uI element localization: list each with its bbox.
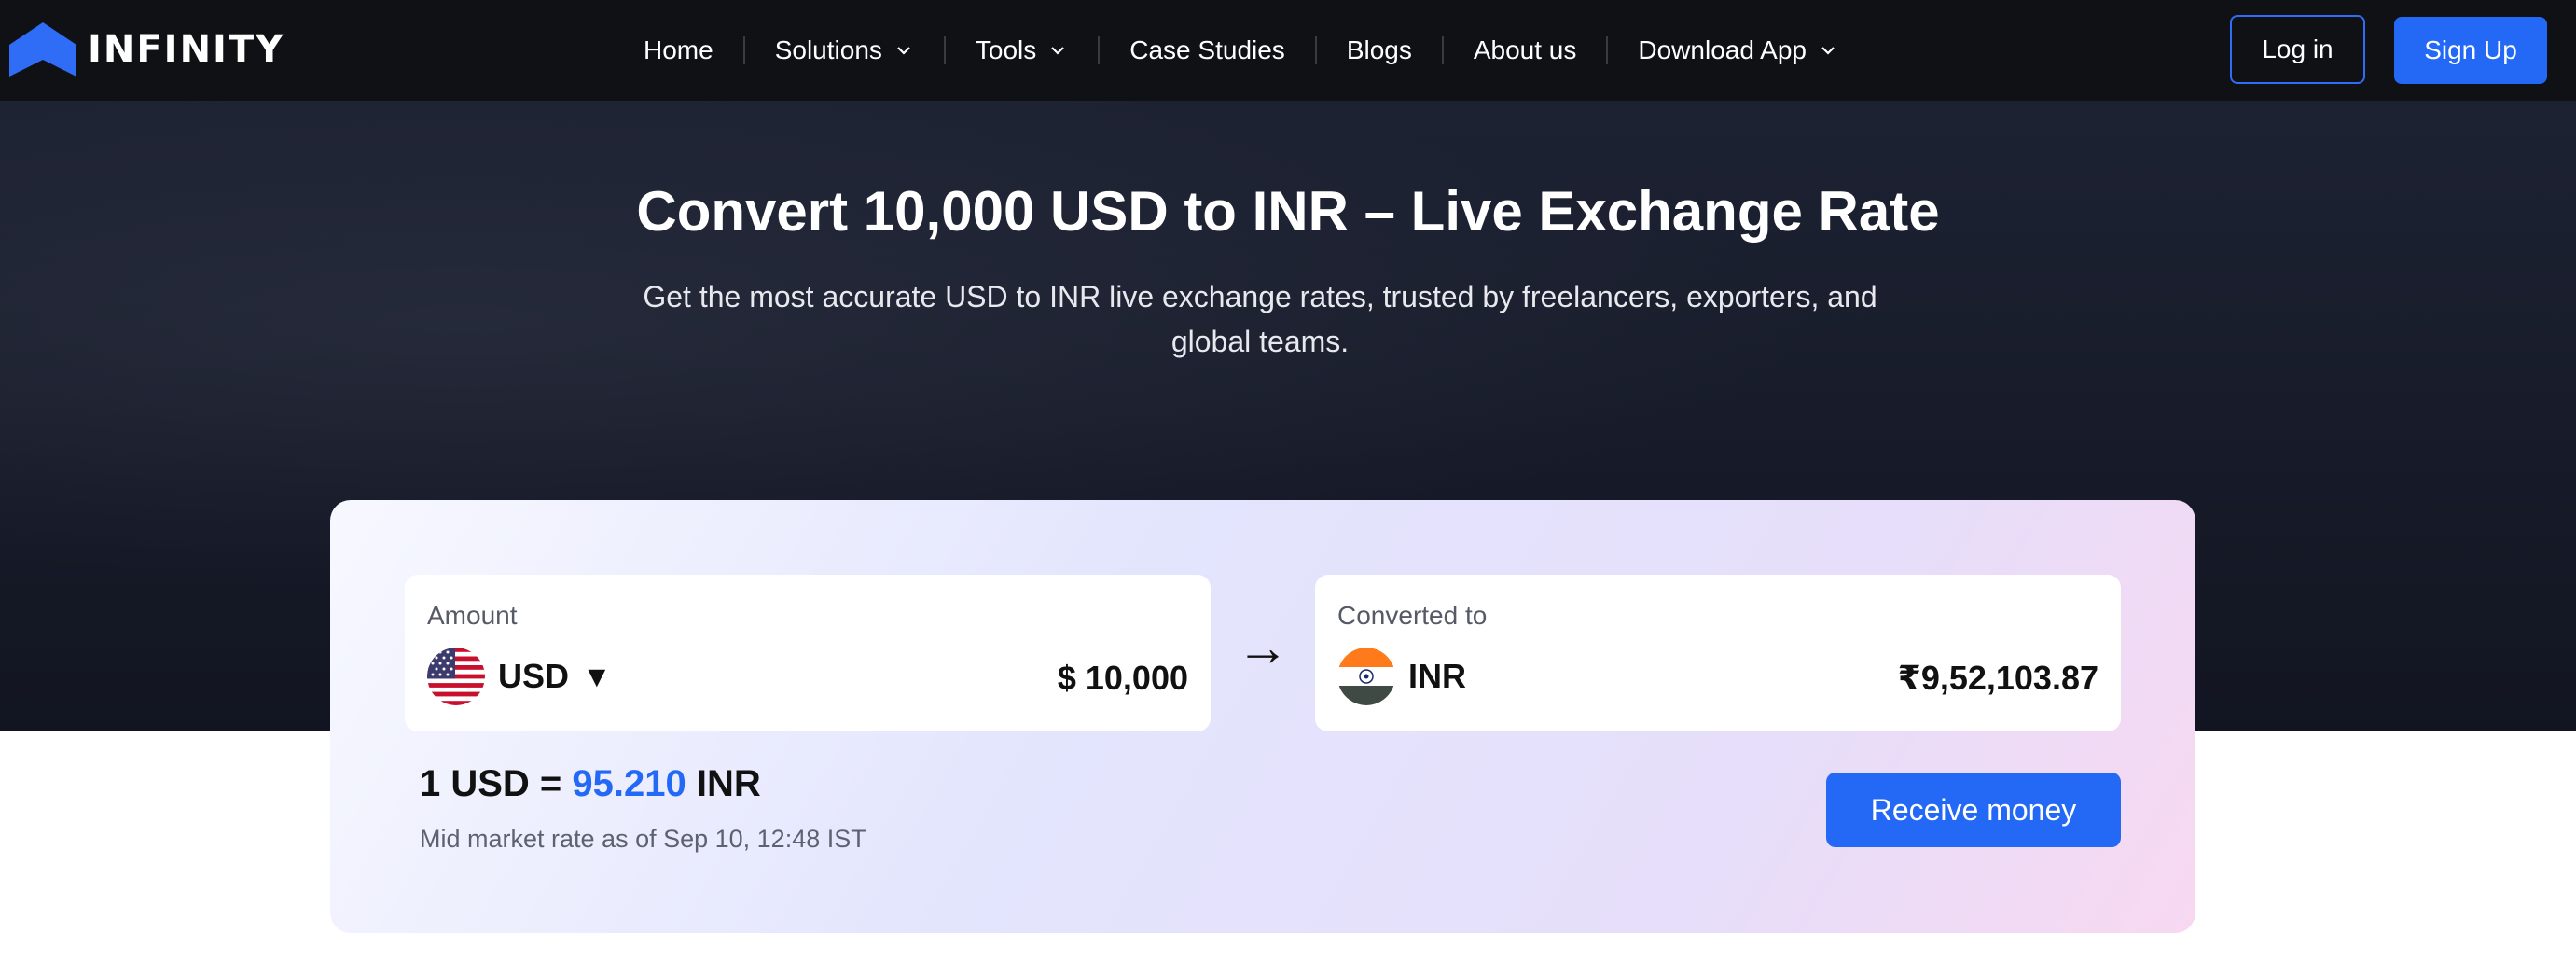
nav-solutions[interactable]: Solutions xyxy=(775,35,914,65)
nav-blogs[interactable]: Blogs xyxy=(1347,35,1412,65)
nav-about-us-label: About us xyxy=(1473,35,1577,64)
rate-suffix: INR xyxy=(696,763,761,804)
rate-value: 95.210 xyxy=(572,763,686,804)
from-currency-select[interactable]: USD ▼ xyxy=(427,648,612,705)
subtitle-line-2: global teams. xyxy=(1170,325,1350,358)
india-flag-icon xyxy=(1337,648,1395,705)
converted-field: Converted to INR ₹9,52,103.87 xyxy=(1315,575,2121,731)
rate-prefix: 1 USD = xyxy=(420,763,562,804)
page-title: Convert 10,000 USD to INR – Live Exchang… xyxy=(636,180,1940,243)
nav-home-label: Home xyxy=(644,35,713,64)
nav-divider xyxy=(1098,36,1101,64)
exchange-rate: 1 USD = 95.210 INR xyxy=(420,763,761,805)
brand-logo[interactable]: INFINITY xyxy=(9,22,284,77)
nav-divider xyxy=(1441,36,1444,64)
rate-timestamp: Mid market rate as of Sep 10, 12:48 IST xyxy=(420,825,866,853)
converted-amount: ₹9,52,103.87 xyxy=(1897,659,2098,697)
nav-case-studies-label: Case Studies xyxy=(1129,35,1285,64)
chevron-down-icon xyxy=(1821,47,1835,55)
signup-button[interactable]: Sign Up xyxy=(2394,17,2547,84)
page-subtitle: Get the most accurate USD to INR live ex… xyxy=(634,274,1886,364)
from-currency-code: USD xyxy=(498,657,570,695)
amount-field[interactable]: Amount USD ▼ $ 10,000 xyxy=(405,575,1211,731)
nav-home[interactable]: Home xyxy=(644,35,713,65)
converted-label: Converted to xyxy=(1337,601,1488,630)
nav-tools-label: Tools xyxy=(975,35,1037,64)
nav-download-app[interactable]: Download App xyxy=(1638,35,1838,65)
nav-divider xyxy=(1606,36,1609,64)
chevron-down-icon xyxy=(897,47,910,55)
nav-tools[interactable]: Tools xyxy=(976,35,1068,65)
to-currency-code: INR xyxy=(1408,657,1466,695)
nav-case-studies[interactable]: Case Studies xyxy=(1129,35,1285,65)
brand-name: INFINITY xyxy=(88,28,285,71)
converter-card: Amount USD ▼ $ 10,000 → Converted to INR… xyxy=(330,500,2195,933)
logo-chevron-icon xyxy=(9,22,76,77)
caret-down-icon: ▼ xyxy=(582,659,612,693)
us-flag-icon xyxy=(427,648,485,705)
amount-input[interactable]: $ 10,000 xyxy=(1058,659,1188,698)
login-button[interactable]: Log in xyxy=(2230,15,2365,84)
subtitle-line-1: Get the most accurate USD to INR live ex… xyxy=(643,280,1877,313)
nav-about-us[interactable]: About us xyxy=(1474,35,1577,65)
nav-download-app-label: Download App xyxy=(1638,35,1807,64)
nav-solutions-label: Solutions xyxy=(774,35,882,64)
top-navbar: INFINITY Home Solutions Tools Case Studi… xyxy=(0,0,2576,101)
chevron-down-icon xyxy=(1051,47,1065,55)
nav-divider xyxy=(742,36,745,64)
amount-label: Amount xyxy=(427,601,518,630)
to-currency: INR xyxy=(1337,648,1466,705)
receive-money-button[interactable]: Receive money xyxy=(1826,773,2121,847)
nav-blogs-label: Blogs xyxy=(1346,35,1412,64)
nav-divider xyxy=(1314,36,1317,64)
main-menu: Home Solutions Tools Case Studies Blogs … xyxy=(644,0,1838,101)
nav-divider xyxy=(943,36,946,64)
arrow-right-icon: → xyxy=(1237,618,1289,676)
